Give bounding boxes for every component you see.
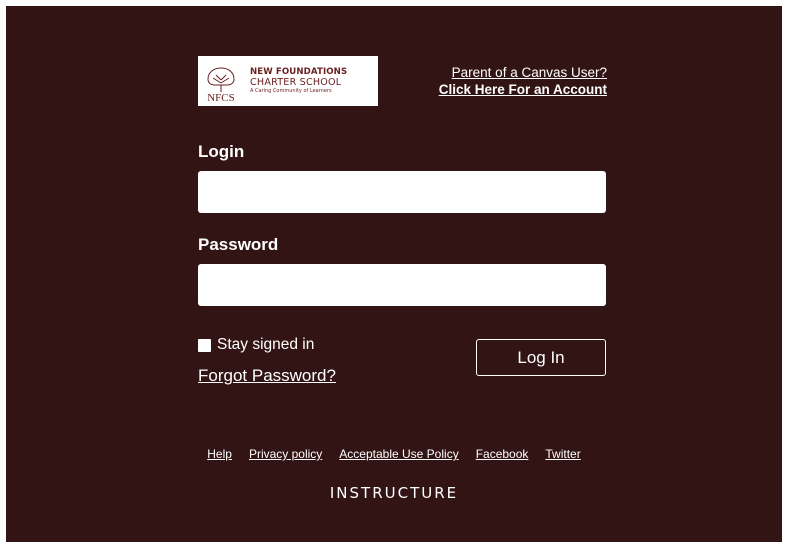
footer-link-facebook[interactable]: Facebook <box>476 447 529 461</box>
logo-line-2: CHARTER SCHOOL <box>250 77 342 88</box>
logo-line-1: NEW FOUNDATIONS <box>250 67 348 78</box>
login-page: NFCS NEW FOUNDATIONS CHARTER SCHOOL A Ca… <box>6 6 782 542</box>
school-logo: NFCS NEW FOUNDATIONS CHARTER SCHOOL A Ca… <box>198 56 378 106</box>
parent-account-link[interactable]: Parent of a Canvas User? Click Here For … <box>439 64 607 98</box>
footer-link-help[interactable]: Help <box>207 447 232 461</box>
footer-link-acceptable-use[interactable]: Acceptable Use Policy <box>339 447 458 461</box>
parent-link-line-1[interactable]: Parent of a Canvas User? <box>439 64 607 81</box>
instructure-brand[interactable]: INSTRUCTURE <box>6 484 782 502</box>
parent-link-line-2[interactable]: Click Here For an Account <box>439 81 607 98</box>
footer-link-twitter[interactable]: Twitter <box>545 447 580 461</box>
stay-signed-in[interactable]: Stay signed in <box>198 336 314 354</box>
stay-signed-in-label[interactable]: Stay signed in <box>217 336 314 354</box>
stay-signed-in-checkbox[interactable] <box>198 338 211 352</box>
login-label: Login <box>198 142 245 161</box>
logo-tagline: A Caring Community of Learners <box>250 87 332 94</box>
logo-initials: NFCS <box>207 92 235 104</box>
footer-links: Help Privacy policy Acceptable Use Polic… <box>6 447 782 461</box>
footer-link-privacy[interactable]: Privacy policy <box>249 447 322 461</box>
login-input[interactable] <box>198 171 606 213</box>
password-input[interactable] <box>198 264 606 306</box>
forgot-password-link[interactable]: Forgot Password? <box>198 366 336 386</box>
log-in-button[interactable]: Log In <box>476 339 606 376</box>
tree-icon: NFCS <box>207 67 235 104</box>
password-label: Password <box>198 235 279 254</box>
